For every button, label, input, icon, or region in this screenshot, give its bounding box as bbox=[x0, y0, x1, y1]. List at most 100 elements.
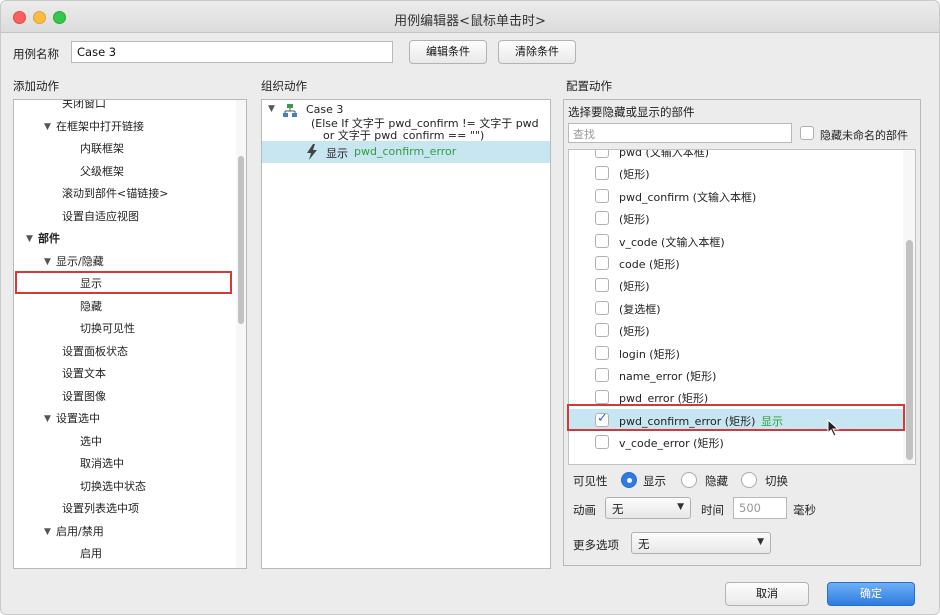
title-bar: 用例编辑器<鼠标单击时> bbox=[1, 1, 939, 33]
action-tree-item[interactable]: 选中 bbox=[14, 432, 236, 452]
widget-list-item[interactable]: code (矩形) bbox=[569, 252, 905, 274]
add-action-scroll-thumb[interactable] bbox=[238, 156, 244, 324]
visibility-show-radio[interactable] bbox=[621, 472, 637, 488]
action-tree-item[interactable]: ▼ 启用/禁用 bbox=[14, 522, 236, 542]
action-tree-label: 设置自适应视图 bbox=[62, 209, 139, 223]
visibility-show-label: 显示 bbox=[643, 474, 666, 488]
widget-list-item[interactable]: v_code_error (矩形) bbox=[569, 431, 905, 453]
widget-checkbox[interactable] bbox=[595, 233, 609, 248]
configure-action-panel: 选择要隐藏或显示的部件 查找 隐藏未命名的部件 pwd (文输入本框) (矩形) p… bbox=[563, 99, 921, 566]
widget-checkbox[interactable] bbox=[595, 435, 609, 450]
case-collapse-toggle[interactable]: ▼ bbox=[268, 104, 275, 114]
visibility-hide-label: 隐藏 bbox=[705, 474, 728, 488]
action-tree-item[interactable]: ▼ 部件 bbox=[14, 229, 236, 249]
widget-label: (复选框) bbox=[619, 302, 661, 316]
action-tree-label: 显示/隐藏 bbox=[56, 254, 104, 268]
action-tree-item[interactable]: 设置图像 bbox=[14, 387, 236, 407]
action-tree-item[interactable]: 滚动到部件<锚链接> bbox=[14, 184, 236, 204]
tree-toggle-icon[interactable]: ▼ bbox=[44, 252, 51, 272]
widget-list-item[interactable]: (复选框) bbox=[569, 297, 905, 319]
action-tree-item[interactable]: 关闭窗口 bbox=[14, 99, 236, 114]
show-item-highlight bbox=[15, 271, 232, 294]
widget-list-item[interactable]: pwd_confirm (文输入本框) bbox=[569, 185, 905, 207]
widget-list-item[interactable]: name_error (矩形) bbox=[569, 364, 905, 386]
organize-action-header: 组织动作 bbox=[261, 79, 307, 93]
action-tree-label: 内联框架 bbox=[80, 142, 124, 155]
visibility-hide-radio[interactable] bbox=[681, 472, 697, 488]
widget-label: (矩形) bbox=[619, 280, 650, 294]
widget-list-item[interactable]: (矩形) bbox=[569, 162, 905, 184]
widget-label: (矩形) bbox=[619, 168, 650, 182]
widget-checkbox[interactable] bbox=[595, 278, 609, 293]
widget-checkbox[interactable] bbox=[595, 150, 609, 158]
action-tree-item[interactable]: 隐藏 bbox=[14, 297, 236, 317]
action-tree-item[interactable]: 取消选中 bbox=[14, 454, 236, 474]
organize-action-panel: ▼ Case 3 (Else If 文字于 pwd_confirm != 文字于… bbox=[261, 99, 551, 569]
add-action-header: 添加动作 bbox=[13, 79, 59, 93]
widget-label: (矩形) bbox=[619, 213, 650, 227]
action-tree-label: 部件 bbox=[38, 232, 60, 245]
action-tree-item[interactable]: ▼ 在框架中打开链接 bbox=[14, 117, 236, 137]
widget-checkbox[interactable] bbox=[595, 323, 609, 338]
action-verb: 显示 bbox=[326, 147, 348, 160]
widget-list-item[interactable]: (矩形) bbox=[569, 207, 905, 229]
widget-list-item[interactable]: pwd (文输入本框) bbox=[569, 149, 905, 162]
action-tree-item[interactable]: ▼ 设置选中 bbox=[14, 409, 236, 429]
case-name-input[interactable]: Case 3 bbox=[71, 41, 393, 63]
tree-toggle-icon[interactable]: ▼ bbox=[26, 229, 33, 249]
action-tree-item[interactable]: 设置列表选中项 bbox=[14, 499, 236, 519]
widget-checkbox[interactable] bbox=[595, 300, 609, 315]
tree-toggle-icon[interactable]: ▼ bbox=[44, 522, 51, 542]
clear-condition-button[interactable]: 清除条件 bbox=[498, 40, 576, 64]
action-tree-item[interactable]: 设置文本 bbox=[14, 364, 236, 384]
action-tree-label: 父级框架 bbox=[80, 164, 124, 178]
action-tree-item[interactable]: 切换选中状态 bbox=[14, 477, 236, 497]
action-tree-item[interactable]: 父级框架 bbox=[14, 162, 236, 182]
action-tree-item[interactable]: 内联框架 bbox=[14, 139, 236, 159]
more-options-select[interactable]: 无 ▼ bbox=[631, 532, 771, 554]
widget-checkbox[interactable] bbox=[595, 188, 609, 203]
action-tree-label: 设置列表选中项 bbox=[62, 502, 139, 515]
widget-checkbox[interactable] bbox=[595, 368, 609, 382]
action-tree-label: 在框架中打开链接 bbox=[56, 119, 144, 133]
tree-toggle-icon[interactable]: ▼ bbox=[44, 409, 51, 429]
edit-condition-button[interactable]: 编辑条件 bbox=[409, 40, 487, 64]
visibility-toggle-radio[interactable] bbox=[741, 472, 757, 488]
widget-label: v_code_error (矩形) bbox=[619, 437, 724, 451]
action-tree-item[interactable]: 设置面板状态 bbox=[14, 342, 236, 362]
hide-unnamed-label: 隐藏未命名的部件 bbox=[820, 129, 908, 142]
action-tree-label: 设置图像 bbox=[62, 389, 106, 403]
widget-checkbox[interactable] bbox=[595, 211, 609, 226]
widget-list-item[interactable]: (矩形) bbox=[569, 274, 905, 296]
widget-checkbox[interactable] bbox=[595, 390, 609, 405]
add-action-scrollbar[interactable] bbox=[236, 100, 246, 568]
ok-button[interactable]: 确定 bbox=[827, 582, 915, 606]
widget-list-item[interactable]: v_code (文输入本框) bbox=[569, 230, 905, 252]
widget-search-input[interactable]: 查找 bbox=[568, 123, 792, 143]
widget-label: pwd (文输入本框) bbox=[619, 149, 710, 159]
action-tree-label: 选中 bbox=[80, 434, 102, 448]
more-options-value: 无 bbox=[638, 537, 650, 551]
widget-list-scroll-thumb[interactable] bbox=[906, 240, 913, 460]
action-tree-label: 启用/禁用 bbox=[56, 524, 104, 538]
time-label: 时间 bbox=[701, 503, 724, 517]
action-tree-label: 设置文本 bbox=[62, 367, 106, 380]
action-tree-item[interactable]: ▼ 显示/隐藏 bbox=[14, 252, 236, 272]
action-tree-item[interactable]: 切换可见性 bbox=[14, 319, 236, 339]
animation-select[interactable]: 无 ▼ bbox=[605, 497, 691, 519]
action-row-show[interactable]: 显示 pwd_confirm_error bbox=[262, 141, 550, 163]
widget-checkbox[interactable] bbox=[595, 166, 609, 181]
action-tree-item[interactable]: 设置自适应视图 bbox=[14, 207, 236, 227]
action-tree-item[interactable]: 启用 bbox=[14, 544, 236, 564]
widget-checkbox[interactable] bbox=[595, 345, 609, 360]
tree-toggle-icon[interactable]: ▼ bbox=[44, 117, 51, 137]
action-target: pwd_confirm_error bbox=[354, 145, 457, 158]
time-input[interactable]: 500 bbox=[733, 497, 787, 519]
widget-label: pwd_confirm (文输入本框) bbox=[619, 190, 757, 204]
hide-unnamed-checkbox[interactable] bbox=[800, 126, 814, 140]
widget-list-item[interactable]: login (矩形) bbox=[569, 342, 905, 364]
cancel-button[interactable]: 取消 bbox=[725, 582, 809, 606]
widget-list-item[interactable]: (矩形) bbox=[569, 319, 905, 341]
action-tree-label: 关闭窗口 bbox=[62, 99, 106, 110]
widget-checkbox[interactable] bbox=[595, 256, 609, 270]
